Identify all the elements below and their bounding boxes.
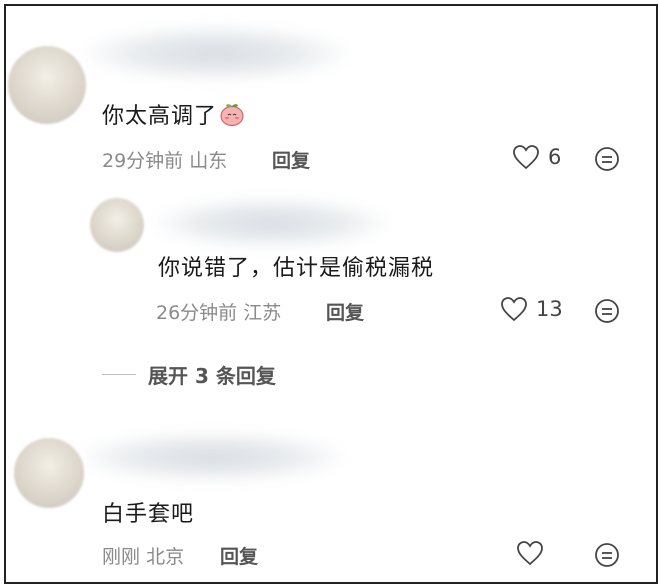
reply-button[interactable]: 回复 [272,146,310,173]
comment-meta: 26分钟前 江苏 [156,298,281,325]
peach-blush-emoji-icon [220,104,244,127]
reply-button[interactable]: 回复 [220,542,258,569]
comment-meta: 刚刚 北京 [102,542,184,569]
comment-text: 你说错了，估计是偷税漏税 [158,256,435,281]
comment-location: 山东 [189,150,228,172]
like-count: 6 [548,145,562,169]
comment-panel: 你太高调了 29分钟前 山东 回复 6 你说错了，估计是偷税漏税 26分钟前 江… [4,4,658,584]
comment-location: 北京 [146,546,185,568]
reply-button[interactable]: 回复 [326,298,364,325]
expand-replies-button[interactable]: 展开 3 条回复 [102,360,276,389]
comment-text: 你太高调了 [102,98,245,130]
blurred-username [156,198,386,248]
avatar[interactable] [8,46,86,124]
expand-replies-label: 展开 3 条回复 [148,364,276,388]
comment-location: 江苏 [243,302,282,324]
comment-time: 26分钟前 [156,302,238,324]
divider-line [102,374,136,375]
avatar[interactable] [90,198,144,252]
emoji-react-icon[interactable] [594,146,620,172]
like-button[interactable] [516,540,544,566]
comment-text: 白手套吧 [102,502,195,527]
blurred-username [86,26,346,81]
comment-time: 刚刚 [102,546,141,568]
blurred-username [82,432,342,482]
emoji-react-icon[interactable] [594,298,620,324]
avatar[interactable] [14,438,84,508]
heart-icon [513,145,539,170]
emoji-react-icon[interactable] [594,542,620,568]
heart-icon [517,541,543,566]
heart-icon [501,297,527,322]
like-button[interactable]: 13 [500,296,563,322]
comment-time: 29分钟前 [102,150,184,172]
like-button[interactable]: 6 [512,144,561,170]
comment-meta: 29分钟前 山东 [102,146,227,173]
like-count: 13 [536,297,563,321]
comment-text-content: 你太高调了 [102,104,218,129]
